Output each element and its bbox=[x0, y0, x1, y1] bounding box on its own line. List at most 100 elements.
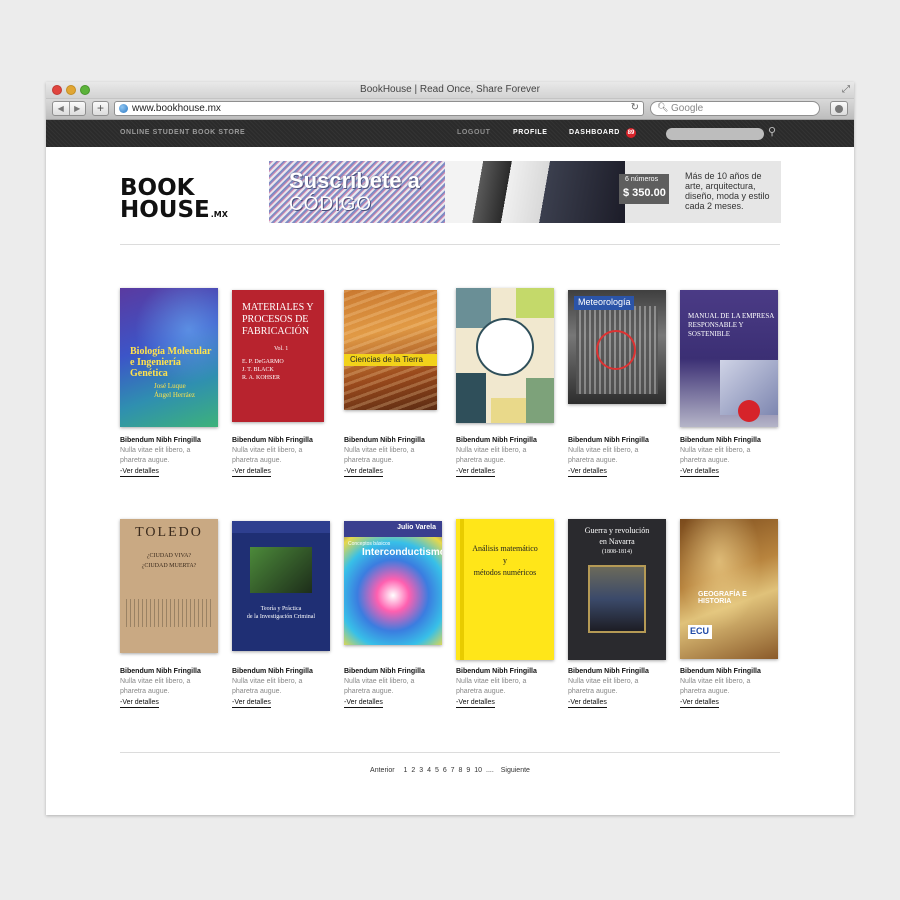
profile-link[interactable]: PROFILE bbox=[513, 129, 548, 136]
book-title: Bibendum Nibh Fringilla bbox=[456, 668, 537, 675]
browser-search-input[interactable]: 🔍︎ Google bbox=[650, 101, 820, 116]
fullscreen-icon[interactable]: ⤢ bbox=[842, 84, 850, 95]
site-search-input[interactable] bbox=[666, 128, 764, 140]
book-cover[interactable]: Guerra y revolución en Navarra (1808-181… bbox=[568, 519, 666, 660]
book-cover[interactable]: Análisis matemático y métodos numéricos bbox=[456, 519, 554, 660]
page-link[interactable]: 4 bbox=[427, 767, 431, 774]
book-title: Bibendum Nibh Fringilla bbox=[344, 668, 425, 675]
pagination: Anterior 1 2 3 4 5 6 7 8 9 10 .... Sigui… bbox=[46, 767, 854, 774]
price-box: 6 números $ 350.00 bbox=[619, 174, 669, 204]
book-desc: Nulla vitae elit libero, a pharetra augu… bbox=[568, 678, 639, 695]
book-desc: Nulla vitae elit libero, a pharetra augu… bbox=[232, 447, 303, 464]
book-cover[interactable]: Teoría y Práctica de la Investigación Cr… bbox=[232, 521, 330, 651]
book-desc: Nulla vitae elit libero, a pharetra augu… bbox=[120, 678, 191, 695]
site-search-icon[interactable]: ⚲ bbox=[768, 125, 776, 138]
url-text[interactable]: www.bookhouse.mx bbox=[132, 103, 221, 114]
book-desc: Nulla vitae elit libero, a pharetra augu… bbox=[232, 678, 303, 695]
book-cover[interactable]: Ciencias de la Tierra bbox=[344, 290, 437, 410]
banner-brand: CÓDIGO bbox=[289, 194, 373, 215]
next-page-link[interactable]: Siguiente bbox=[501, 767, 530, 774]
dashboard-badge: 89 bbox=[626, 128, 636, 138]
price-value: $ 350.00 bbox=[623, 187, 666, 199]
book-desc: Nulla vitae elit libero, a pharetra augu… bbox=[568, 447, 639, 464]
browser-toolbar: ◀ ▶ + www.bookhouse.mx ↻ 🔍︎ Google bbox=[46, 99, 854, 120]
address-bar[interactable]: www.bookhouse.mx ↻ bbox=[114, 101, 644, 116]
book-desc: Nulla vitae elit libero, a pharetra augu… bbox=[344, 447, 415, 464]
view-details-link[interactable]: -Ver detalles bbox=[568, 699, 607, 708]
site-logo[interactable]: BOOK HOUSE.MX bbox=[120, 177, 228, 226]
book-desc: Nulla vitae elit libero, a pharetra augu… bbox=[680, 447, 751, 464]
price-label: 6 números bbox=[625, 176, 659, 183]
view-details-link[interactable]: -Ver detalles bbox=[344, 699, 383, 708]
book-title: Bibendum Nibh Fringilla bbox=[120, 668, 201, 675]
reload-icon[interactable]: ↻ bbox=[631, 102, 639, 113]
book-cover[interactable] bbox=[456, 288, 554, 423]
logo-suffix: .MX bbox=[210, 210, 228, 219]
globe-icon bbox=[119, 104, 128, 113]
forward-icon[interactable]: ▶ bbox=[70, 102, 86, 115]
book-cover[interactable]: Biología Molecular e Ingeniería Genética… bbox=[120, 288, 218, 427]
book-cover[interactable]: Meteorología bbox=[568, 290, 666, 404]
page-link[interactable]: 1 bbox=[404, 767, 408, 774]
view-details-link[interactable]: -Ver detalles bbox=[232, 468, 271, 477]
book-desc: Nulla vitae elit libero, a pharetra augu… bbox=[456, 447, 527, 464]
header-divider bbox=[120, 244, 780, 245]
back-icon[interactable]: ◀ bbox=[53, 102, 70, 115]
book-cover[interactable]: TOLEDO ¿CIUDAD VIVA? ¿CIUDAD MUERTA? bbox=[120, 519, 218, 653]
browser-search-placeholder: Google bbox=[671, 103, 704, 114]
page-link[interactable]: 8 bbox=[459, 767, 463, 774]
download-icon bbox=[835, 105, 843, 113]
pagination-ellipsis: .... bbox=[486, 767, 494, 774]
page-link[interactable]: 5 bbox=[435, 767, 439, 774]
book-desc: Nulla vitae elit libero, a pharetra augu… bbox=[344, 678, 415, 695]
view-details-link[interactable]: -Ver detalles bbox=[456, 699, 495, 708]
page-link[interactable]: 10 bbox=[474, 767, 482, 774]
footer-divider bbox=[120, 752, 780, 753]
window-title: BookHouse | Read Once, Share Forever bbox=[360, 84, 540, 95]
book-cover[interactable]: MANUAL DE LA EMPRESA RESPONSABLE Y SOSTE… bbox=[680, 290, 778, 427]
book-title: Bibendum Nibh Fringilla bbox=[680, 668, 761, 675]
banner-text: Más de 10 años de arte, arquitectura, di… bbox=[685, 171, 770, 211]
page-link[interactable]: 2 bbox=[411, 767, 415, 774]
title-bar: BookHouse | Read Once, Share Forever ⤢ bbox=[46, 82, 854, 99]
view-details-link[interactable]: -Ver detalles bbox=[456, 468, 495, 477]
page-link[interactable]: 6 bbox=[443, 767, 447, 774]
nav-buttons: ◀ ▶ bbox=[52, 101, 86, 116]
book-cover[interactable]: MATERIALES Y PROCESOS DE FABRICACIÓN Vol… bbox=[232, 290, 324, 422]
downloads-button[interactable] bbox=[830, 101, 848, 116]
browser-window: BookHouse | Read Once, Share Forever ⤢ ◀… bbox=[46, 82, 854, 815]
search-icon: 🔍︎ bbox=[657, 102, 669, 112]
page-link[interactable]: 7 bbox=[451, 767, 455, 774]
view-details-link[interactable]: -Ver detalles bbox=[680, 699, 719, 708]
book-title: Bibendum Nibh Fringilla bbox=[344, 437, 425, 444]
view-details-link[interactable]: -Ver detalles bbox=[344, 468, 383, 477]
book-cover[interactable]: GEOGRAFÍA E HISTORIA ECU bbox=[680, 519, 778, 659]
logo-line1: BOOK bbox=[120, 175, 195, 201]
view-details-link[interactable]: -Ver detalles bbox=[680, 468, 719, 477]
prev-page-link[interactable]: Anterior bbox=[370, 767, 395, 774]
add-bookmark-button[interactable]: + bbox=[92, 101, 109, 116]
book-desc: Nulla vitae elit libero, a pharetra augu… bbox=[680, 678, 751, 695]
view-details-link[interactable]: -Ver detalles bbox=[232, 699, 271, 708]
book-title: Bibendum Nibh Fringilla bbox=[120, 437, 201, 444]
book-title: Bibendum Nibh Fringilla bbox=[568, 668, 649, 675]
book-title: Bibendum Nibh Fringilla bbox=[680, 437, 761, 444]
view-details-link[interactable]: -Ver detalles bbox=[120, 699, 159, 708]
ad-banner[interactable]: Suscríbete a CÓDIGO 6 números $ 350.00 M… bbox=[269, 161, 781, 223]
book-desc: Nulla vitae elit libero, a pharetra augu… bbox=[456, 678, 527, 695]
book-title: Bibendum Nibh Fringilla bbox=[456, 437, 537, 444]
book-title: Bibendum Nibh Fringilla bbox=[232, 668, 313, 675]
book-desc: Nulla vitae elit libero, a pharetra augu… bbox=[120, 447, 191, 464]
book-cover[interactable]: Julio Varela Conceptos básicos Intercond… bbox=[344, 521, 442, 645]
banner-title: Suscríbete a bbox=[289, 168, 420, 193]
page-link[interactable]: 9 bbox=[466, 767, 470, 774]
view-details-link[interactable]: -Ver detalles bbox=[568, 468, 607, 477]
logo-line2: HOUSE.MX bbox=[120, 197, 228, 223]
dashboard-link[interactable]: DASHBOARD bbox=[569, 129, 620, 136]
logout-link[interactable]: LOGOUT bbox=[457, 129, 491, 136]
banner-magazines-image bbox=[445, 161, 625, 223]
view-details-link[interactable]: -Ver detalles bbox=[120, 468, 159, 477]
site-nav-bar: ONLINE STUDENT BOOK STORE LOGOUT PROFILE… bbox=[46, 120, 854, 147]
page-link[interactable]: 3 bbox=[419, 767, 423, 774]
store-label: ONLINE STUDENT BOOK STORE bbox=[120, 129, 246, 136]
